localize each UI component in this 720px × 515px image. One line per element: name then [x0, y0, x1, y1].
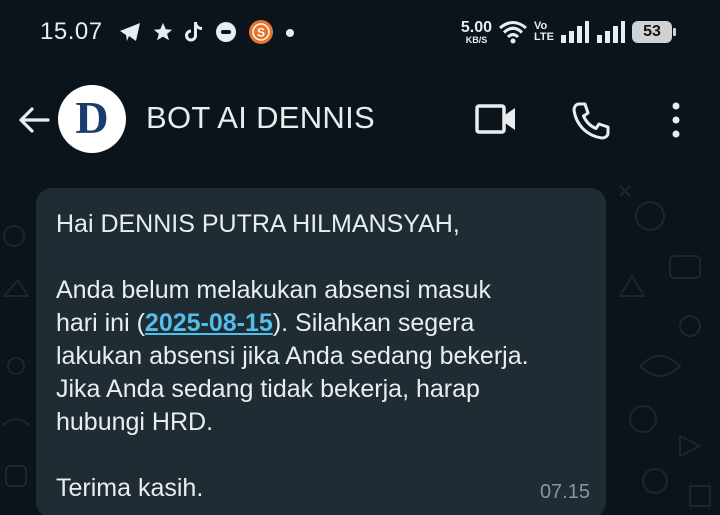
signal-icon	[561, 21, 589, 43]
battery-level: 53	[643, 23, 661, 40]
volte-indicator: Vo LTE	[534, 21, 554, 43]
message-line: lakukan absensi jika Anda sedang bekerja…	[56, 342, 529, 370]
message-bubble[interactable]: Hai DENNIS PUTRA HILMANSYAH, Anda belum …	[36, 188, 606, 515]
back-arrow-icon[interactable]	[14, 100, 54, 140]
volte-bottom: LTE	[534, 31, 554, 43]
message-line: Anda belum melakukan absensi masuk	[56, 276, 491, 304]
message-line-with-date: hari ini (2025-08-15). Silahkan segera	[56, 307, 584, 340]
net-speed: 5.00 KB/S	[460, 18, 493, 45]
message-greeting: Hai DENNIS PUTRA HILMANSYAH,	[56, 210, 460, 238]
app-s-icon: S	[249, 20, 273, 44]
signal-icon-2	[597, 21, 625, 43]
avatar-logo: D	[75, 91, 109, 143]
message-timestamp: 07.15	[539, 481, 590, 503]
telegram-icon	[120, 23, 140, 41]
message-icon	[216, 22, 236, 42]
message-line: Jika Anda sedang tidak bekerja, harap	[56, 375, 480, 403]
date-link[interactable]: 2025-08-15	[145, 309, 273, 337]
voice-call-icon[interactable]	[570, 100, 612, 142]
net-speed-unit: KB/S	[465, 34, 488, 45]
tiktok-icon	[185, 22, 202, 42]
dot-icon	[286, 29, 294, 37]
message-line: hubungi HRD.	[56, 408, 214, 436]
net-speed-value: 5.00	[460, 18, 493, 36]
message-closing: Terima kasih.	[56, 474, 204, 502]
avatar[interactable]: D	[58, 85, 126, 153]
message-text: hari ini (	[56, 309, 145, 337]
contact-name[interactable]: BOT AI DENNIS	[146, 100, 375, 136]
chat-header: D BOT AI DENNIS	[0, 64, 720, 176]
video-call-icon[interactable]	[474, 102, 518, 136]
status-bar: 15.07 S 5.00 KB/S Vo LTE 53	[0, 0, 720, 64]
battery-icon: 53	[632, 21, 676, 43]
more-options-icon[interactable]	[664, 100, 688, 140]
message-text: ). Silahkan segera	[272, 309, 475, 337]
svg-text:S: S	[257, 26, 265, 40]
system-icons: 5.00 KB/S Vo LTE 53	[460, 14, 676, 50]
chat-area[interactable]: Hai DENNIS PUTRA HILMANSYAH, Anda belum …	[0, 176, 720, 515]
star-icon	[153, 22, 173, 41]
notification-icons: S	[118, 19, 296, 45]
wifi-icon	[499, 21, 527, 44]
status-time: 15.07	[40, 18, 103, 45]
